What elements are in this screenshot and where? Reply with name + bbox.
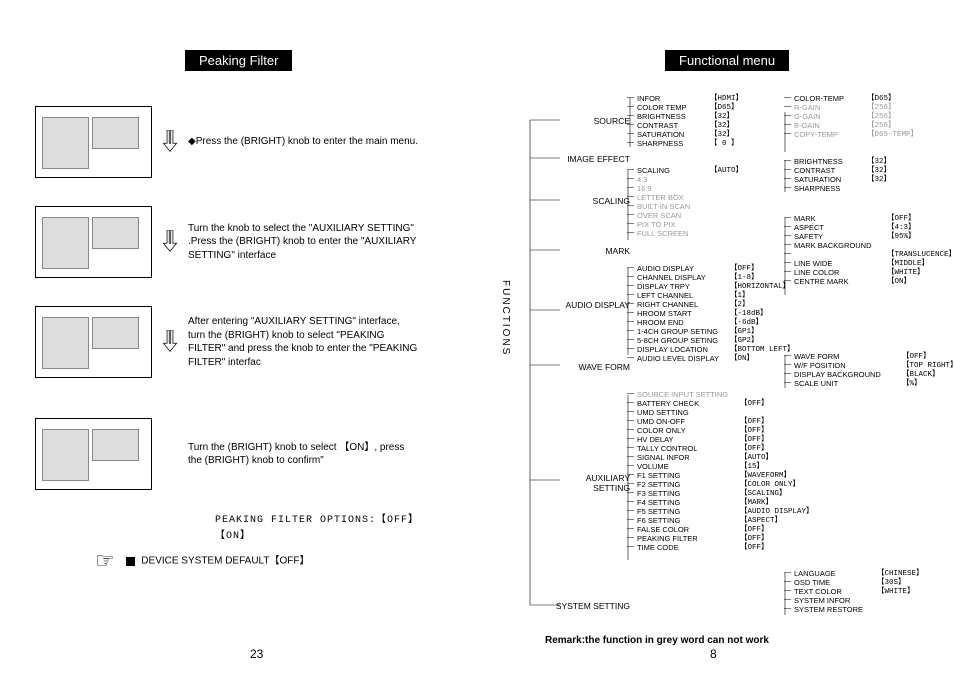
cat-imageeffect: IMAGE EFFECT [550,155,630,164]
cat-waveform: WAVE FORM [550,363,630,372]
screen-thumb-3 [35,306,152,378]
page-number-left: 23 [250,647,263,661]
cat-system: SYSTEM SETTING [550,602,630,611]
cat-audio: AUDIO DISPLAY [550,300,630,310]
step1-text: ◆Press the (BRIGHT) knob to enter the ma… [188,135,418,149]
arrow-down-icon [162,330,178,354]
step3-text: After entering "AUXILIARY SETTING" inter… [188,315,418,369]
cat-source: SOURCE [550,117,630,126]
step2-text: Turn the knob to select the "AUXILIARY S… [188,222,418,263]
functions-label: FUNCTIONS [500,280,511,356]
bullet-icon [126,557,135,566]
screen-thumb-4 [35,418,152,490]
remark-text: Remark:the function in grey word can not… [545,635,769,646]
options-title: PEAKING FILTER OPTIONS:【OFF】 【ON】 [215,510,455,542]
functional-menu-title: Functional menu [665,50,789,71]
screen-thumb-1 [35,106,152,178]
peaking-filter-title: Peaking Filter [185,50,292,71]
cat-aux: AUXILIARY SETTING [550,473,630,493]
screen-thumb-2 [35,206,152,278]
arrow-down-icon [162,230,178,254]
hand-point-icon: ☞ [95,548,115,573]
cat-scaling: SCALING [550,197,630,206]
page-number-right: 8 [710,647,717,661]
default-text: DEVICE SYSTEM DEFAULT【OFF】 [141,556,309,567]
cat-mark: MARK [550,247,630,256]
step4-text: Turn the (BRIGHT) knob to select 【ON】, p… [188,441,418,468]
arrow-down-icon [162,130,178,154]
